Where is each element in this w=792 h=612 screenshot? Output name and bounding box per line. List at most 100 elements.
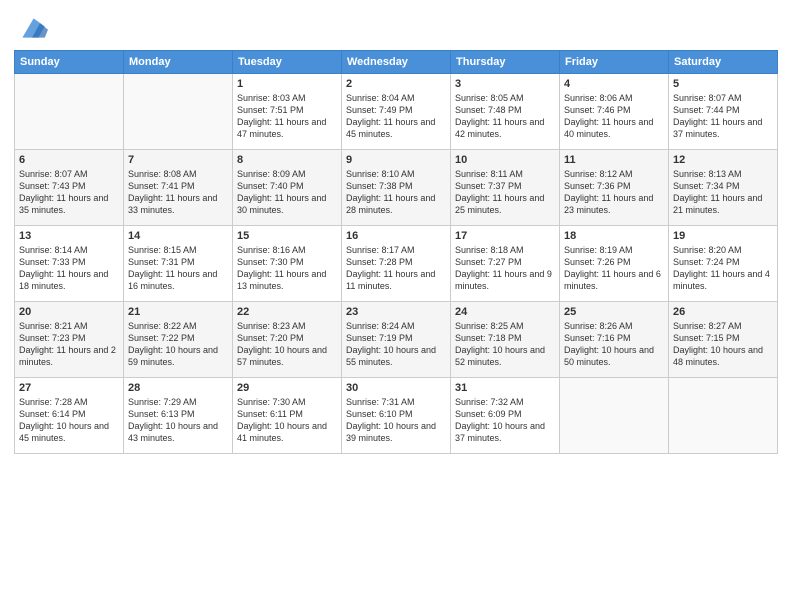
calendar-cell: 29Sunrise: 7:30 AM Sunset: 6:11 PM Dayli… bbox=[233, 378, 342, 454]
day-number: 9 bbox=[346, 154, 446, 166]
day-number: 13 bbox=[19, 230, 119, 242]
calendar-cell: 20 Sunrise: 8:21 AM Sunset: 7:23 PM Dayli… bbox=[15, 302, 124, 378]
day-info: Sunrise: 8:22 AM Sunset: 7:22 PM Dayligh… bbox=[128, 320, 228, 369]
calendar-week-3: 20 Sunrise: 8:21 AM Sunset: 7:23 PM Dayli… bbox=[15, 302, 778, 378]
header-tuesday: Tuesday bbox=[233, 51, 342, 74]
calendar-header-row: SundayMondayTuesdayWednesdayThursdayFrid… bbox=[15, 51, 778, 74]
calendar-cell bbox=[15, 74, 124, 150]
day-number: 25 bbox=[564, 306, 664, 318]
day-info: Sunrise: 8:10 AM Sunset: 7:38 PM Dayligh… bbox=[346, 168, 446, 217]
day-number: 31 bbox=[455, 382, 555, 394]
day-info: Sunrise: 8:07 AM Sunset: 7:44 PM Dayligh… bbox=[673, 92, 773, 141]
day-number: 19 bbox=[673, 230, 773, 242]
day-info: Sunrise: 8:12 AM Sunset: 7:36 PM Dayligh… bbox=[564, 168, 664, 217]
calendar-cell bbox=[124, 74, 233, 150]
day-info: Sunrise: 8:24 AM Sunset: 7:19 PM Dayligh… bbox=[346, 320, 446, 369]
header-friday: Friday bbox=[560, 51, 669, 74]
day-number: 16 bbox=[346, 230, 446, 242]
day-info: Sunrise: 8:23 AM Sunset: 7:20 PM Dayligh… bbox=[237, 320, 337, 369]
calendar-cell: 24 Sunrise: 8:25 AM Sunset: 7:18 PM Dayli… bbox=[451, 302, 560, 378]
main-container: SundayMondayTuesdayWednesdayThursdayFrid… bbox=[0, 0, 792, 464]
header-wednesday: Wednesday bbox=[342, 51, 451, 74]
day-number: 12 bbox=[673, 154, 773, 166]
calendar-cell: 8Sunrise: 8:09 AM Sunset: 7:40 PM Daylig… bbox=[233, 150, 342, 226]
calendar-cell: 9 Sunrise: 8:10 AM Sunset: 7:38 PM Daylig… bbox=[342, 150, 451, 226]
day-info: Sunrise: 8:04 AM Sunset: 7:49 PM Dayligh… bbox=[346, 92, 446, 141]
day-info: Sunrise: 7:28 AM Sunset: 6:14 PM Dayligh… bbox=[19, 396, 119, 445]
day-info: Sunrise: 8:08 AM Sunset: 7:41 PM Dayligh… bbox=[128, 168, 228, 217]
logo bbox=[14, 14, 48, 42]
day-number: 27 bbox=[19, 382, 119, 394]
day-number: 24 bbox=[455, 306, 555, 318]
calendar-cell: 3Sunrise: 8:05 AM Sunset: 7:48 PM Daylig… bbox=[451, 74, 560, 150]
calendar-cell bbox=[669, 378, 778, 454]
day-info: Sunrise: 8:07 AM Sunset: 7:43 PM Dayligh… bbox=[19, 168, 119, 217]
calendar-week-2: 13Sunrise: 8:14 AM Sunset: 7:33 PM Dayli… bbox=[15, 226, 778, 302]
day-info: Sunrise: 8:16 AM Sunset: 7:30 PM Dayligh… bbox=[237, 244, 337, 293]
header-sunday: Sunday bbox=[15, 51, 124, 74]
header-thursday: Thursday bbox=[451, 51, 560, 74]
calendar-cell: 1Sunrise: 8:03 AM Sunset: 7:51 PM Daylig… bbox=[233, 74, 342, 150]
day-info: Sunrise: 8:27 AM Sunset: 7:15 PM Dayligh… bbox=[673, 320, 773, 369]
day-info: Sunrise: 8:25 AM Sunset: 7:18 PM Dayligh… bbox=[455, 320, 555, 369]
day-number: 6 bbox=[19, 154, 119, 166]
calendar-cell: 16 Sunrise: 8:17 AM Sunset: 7:28 PM Dayli… bbox=[342, 226, 451, 302]
calendar-week-4: 27 Sunrise: 7:28 AM Sunset: 6:14 PM Dayli… bbox=[15, 378, 778, 454]
day-info: Sunrise: 8:13 AM Sunset: 7:34 PM Dayligh… bbox=[673, 168, 773, 217]
day-info: Sunrise: 8:06 AM Sunset: 7:46 PM Dayligh… bbox=[564, 92, 664, 141]
day-number: 15 bbox=[237, 230, 337, 242]
calendar-cell: 30 Sunrise: 7:31 AM Sunset: 6:10 PM Dayli… bbox=[342, 378, 451, 454]
day-info: Sunrise: 7:32 AM Sunset: 6:09 PM Dayligh… bbox=[455, 396, 555, 445]
day-info: Sunrise: 8:17 AM Sunset: 7:28 PM Dayligh… bbox=[346, 244, 446, 293]
calendar-cell: 6 Sunrise: 8:07 AM Sunset: 7:43 PM Daylig… bbox=[15, 150, 124, 226]
header bbox=[14, 10, 778, 42]
day-number: 1 bbox=[237, 78, 337, 90]
calendar-cell: 23 Sunrise: 8:24 AM Sunset: 7:19 PM Dayli… bbox=[342, 302, 451, 378]
day-info: Sunrise: 8:26 AM Sunset: 7:16 PM Dayligh… bbox=[564, 320, 664, 369]
day-info: Sunrise: 8:11 AM Sunset: 7:37 PM Dayligh… bbox=[455, 168, 555, 217]
day-number: 17 bbox=[455, 230, 555, 242]
calendar-cell bbox=[560, 378, 669, 454]
calendar-week-1: 6 Sunrise: 8:07 AM Sunset: 7:43 PM Daylig… bbox=[15, 150, 778, 226]
day-number: 5 bbox=[673, 78, 773, 90]
calendar-cell: 5 Sunrise: 8:07 AM Sunset: 7:44 PM Daylig… bbox=[669, 74, 778, 150]
day-info: Sunrise: 8:19 AM Sunset: 7:26 PM Dayligh… bbox=[564, 244, 664, 293]
day-info: Sunrise: 7:29 AM Sunset: 6:13 PM Dayligh… bbox=[128, 396, 228, 445]
day-info: Sunrise: 8:20 AM Sunset: 7:24 PM Dayligh… bbox=[673, 244, 773, 293]
calendar-cell: 2 Sunrise: 8:04 AM Sunset: 7:49 PM Daylig… bbox=[342, 74, 451, 150]
day-number: 2 bbox=[346, 78, 446, 90]
day-info: Sunrise: 8:05 AM Sunset: 7:48 PM Dayligh… bbox=[455, 92, 555, 141]
header-monday: Monday bbox=[124, 51, 233, 74]
day-number: 23 bbox=[346, 306, 446, 318]
calendar-cell: 11Sunrise: 8:12 AM Sunset: 7:36 PM Dayli… bbox=[560, 150, 669, 226]
calendar-cell: 10Sunrise: 8:11 AM Sunset: 7:37 PM Dayli… bbox=[451, 150, 560, 226]
calendar-cell: 31 Sunrise: 7:32 AM Sunset: 6:09 PM Dayli… bbox=[451, 378, 560, 454]
logo-icon bbox=[16, 14, 48, 42]
calendar-cell: 17 Sunrise: 8:18 AM Sunset: 7:27 PM Dayli… bbox=[451, 226, 560, 302]
day-info: Sunrise: 8:21 AM Sunset: 7:23 PM Dayligh… bbox=[19, 320, 119, 369]
day-number: 7 bbox=[128, 154, 228, 166]
calendar-cell: 27 Sunrise: 7:28 AM Sunset: 6:14 PM Dayli… bbox=[15, 378, 124, 454]
calendar-cell: 14 Sunrise: 8:15 AM Sunset: 7:31 PM Dayli… bbox=[124, 226, 233, 302]
day-info: Sunrise: 8:18 AM Sunset: 7:27 PM Dayligh… bbox=[455, 244, 555, 293]
calendar-cell: 18 Sunrise: 8:19 AM Sunset: 7:26 PM Dayli… bbox=[560, 226, 669, 302]
calendar-cell: 13Sunrise: 8:14 AM Sunset: 7:33 PM Dayli… bbox=[15, 226, 124, 302]
calendar-cell: 19 Sunrise: 8:20 AM Sunset: 7:24 PM Dayli… bbox=[669, 226, 778, 302]
day-number: 22 bbox=[237, 306, 337, 318]
day-info: Sunrise: 7:30 AM Sunset: 6:11 PM Dayligh… bbox=[237, 396, 337, 445]
calendar-cell: 15 Sunrise: 8:16 AM Sunset: 7:30 PM Dayli… bbox=[233, 226, 342, 302]
day-number: 30 bbox=[346, 382, 446, 394]
calendar-table: SundayMondayTuesdayWednesdayThursdayFrid… bbox=[14, 50, 778, 454]
day-number: 8 bbox=[237, 154, 337, 166]
day-info: Sunrise: 7:31 AM Sunset: 6:10 PM Dayligh… bbox=[346, 396, 446, 445]
calendar-cell: 21Sunrise: 8:22 AM Sunset: 7:22 PM Dayli… bbox=[124, 302, 233, 378]
day-number: 18 bbox=[564, 230, 664, 242]
calendar-cell: 25 Sunrise: 8:26 AM Sunset: 7:16 PM Dayli… bbox=[560, 302, 669, 378]
day-number: 20 bbox=[19, 306, 119, 318]
day-info: Sunrise: 8:15 AM Sunset: 7:31 PM Dayligh… bbox=[128, 244, 228, 293]
day-number: 28 bbox=[128, 382, 228, 394]
day-number: 14 bbox=[128, 230, 228, 242]
calendar-cell: 12 Sunrise: 8:13 AM Sunset: 7:34 PM Dayli… bbox=[669, 150, 778, 226]
day-number: 4 bbox=[564, 78, 664, 90]
calendar-cell: 22 Sunrise: 8:23 AM Sunset: 7:20 PM Dayli… bbox=[233, 302, 342, 378]
